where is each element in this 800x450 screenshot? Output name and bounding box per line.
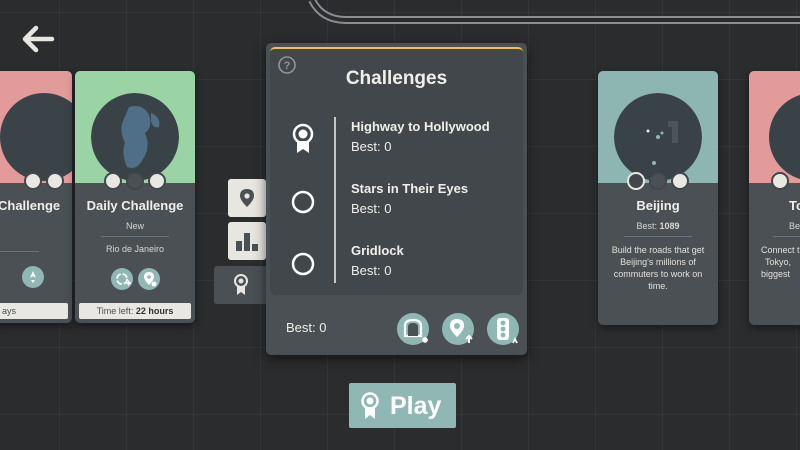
best-value: 1089	[659, 221, 680, 231]
challenge-name: Highway to Hollywood	[351, 119, 490, 134]
globe-image	[91, 93, 179, 181]
play-label: Play	[390, 392, 442, 420]
ribbon-icon	[361, 392, 379, 419]
rocket-button[interactable]	[22, 266, 44, 288]
panel-title: Challenges	[345, 68, 448, 89]
back-button[interactable]	[20, 24, 56, 54]
challenges-panel: ? Challenges Highway to Hollywood Best: …	[266, 43, 527, 355]
card-dots	[749, 172, 800, 190]
left-arrow-icon	[22, 25, 55, 53]
timer-bar: ays	[0, 303, 68, 319]
best-label: Best:	[636, 221, 657, 231]
city-card-left[interactable]: Challenge ays	[0, 71, 72, 323]
road-decoration	[308, 0, 800, 24]
challenge-best: Best: 0	[351, 263, 392, 278]
recycle-plus-button[interactable]	[111, 268, 133, 290]
daily-challenge-card[interactable]: Daily Challenge New Rio de Janeiro Time …	[75, 71, 195, 323]
ribbon-icon	[234, 274, 248, 295]
ribbon-icon	[292, 123, 314, 153]
map-pin-settings-button[interactable]	[138, 268, 160, 290]
tunnel-button[interactable]	[396, 312, 430, 346]
card-description: Build the roads that get Beijing's milli…	[611, 245, 705, 291]
card-title: Beijing	[636, 198, 680, 213]
tab-map[interactable]	[228, 179, 266, 217]
recycle-plus-icon	[116, 273, 131, 286]
card-rule	[624, 236, 692, 237]
challenge-best: Best: 0	[351, 139, 392, 154]
challenge-name: Gridlock	[351, 243, 404, 258]
timer-label: Time left:	[96, 306, 134, 316]
card-description: Connect t Tokyo, biggest	[761, 245, 800, 279]
empty-circle-icon	[291, 190, 315, 214]
map-pin-upgrade-button[interactable]	[441, 312, 475, 346]
timer-value: 22 hours	[135, 306, 174, 316]
card-title: Challenge	[0, 198, 61, 213]
card-status: New	[125, 221, 144, 231]
traffic-light-icon	[487, 313, 519, 345]
rocket-icon	[30, 271, 36, 283]
map-pin-icon	[240, 189, 254, 207]
empty-circle-icon	[291, 252, 315, 276]
challenge-item[interactable]: Gridlock Best: 0	[270, 239, 523, 285]
city-card-beijing[interactable]: Beijing Best: 1089 Build the roads that …	[598, 71, 718, 325]
challenge-name: Stars in Their Eyes	[351, 181, 469, 196]
card-city: Rio de Janeiro	[105, 244, 165, 254]
globe-image	[614, 93, 702, 181]
panel-best-score: Best: 0	[286, 320, 327, 335]
tab-stats[interactable]	[228, 222, 266, 260]
map-pin-upgrade-icon	[442, 313, 474, 345]
card-dots	[75, 172, 195, 190]
tunnel-icon	[397, 313, 429, 345]
card-rule	[0, 251, 40, 252]
card-title: To	[789, 198, 800, 213]
challenges-list-area: ? Challenges Highway to Hollywood Best: …	[270, 47, 523, 295]
timer-bar: Time left: 22 hours	[79, 303, 191, 319]
challenge-item[interactable]: Stars in Their Eyes Best: 0	[270, 177, 523, 223]
traffic-light-button[interactable]	[486, 312, 520, 346]
challenge-best: Best: 0	[351, 201, 392, 216]
card-rule	[773, 236, 800, 237]
card-title: Daily Challenge	[86, 198, 184, 213]
bar-chart-icon	[236, 233, 258, 251]
map-pin-settings-icon	[144, 272, 157, 287]
card-dots	[598, 172, 718, 190]
challenge-item[interactable]: Highway to Hollywood Best: 0	[270, 115, 523, 161]
card-rule	[101, 236, 169, 237]
play-button[interactable]: Play	[349, 383, 456, 428]
card-best: Be	[789, 221, 800, 231]
card-dots	[0, 172, 72, 190]
city-card-right[interactable]: To Be Connect t Tokyo, biggest	[749, 71, 800, 325]
tab-challenges[interactable]	[214, 266, 268, 304]
card-best: Best: 1089	[598, 221, 718, 231]
